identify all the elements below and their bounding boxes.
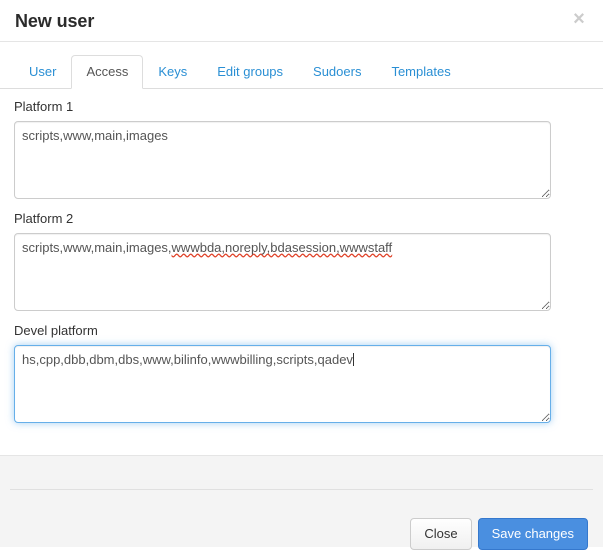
devel-platform-label: Devel platform bbox=[14, 322, 98, 338]
platform-1-text: scripts,www,main,images bbox=[22, 127, 168, 143]
text-caret bbox=[352, 352, 354, 366]
tab-keys[interactable]: Keys bbox=[143, 55, 202, 89]
platform-2-misspelled-text: wwwbda,noreply,bdasession,wwwstaff bbox=[171, 239, 393, 255]
footer-divider bbox=[10, 489, 593, 490]
tab-user[interactable]: User bbox=[14, 55, 71, 89]
platform-1-input[interactable]: scripts,www,main,images bbox=[14, 120, 551, 199]
tab-bar: User Access Keys Edit groups Sudoers Tem… bbox=[0, 42, 603, 89]
tab-access[interactable]: Access bbox=[71, 54, 144, 89]
tab-edit-groups-link[interactable]: Edit groups bbox=[202, 55, 298, 89]
platform-1-label: Platform 1 bbox=[14, 99, 74, 114]
footer-button-group: Close Save changes bbox=[410, 518, 588, 550]
modal-body: User Access Keys Edit groups Sudoers Tem… bbox=[0, 42, 603, 456]
modal-header: New user × bbox=[0, 0, 603, 42]
new-user-modal: New user × User Access Keys Edit groups … bbox=[0, 0, 603, 550]
access-form: Platform 1 scripts,www,main,images Platf… bbox=[0, 89, 603, 423]
close-icon[interactable]: × bbox=[569, 9, 589, 29]
devel-platform-input[interactable]: hs,cpp,dbb,dbm,dbs,www,bilinfo,wwwbillin… bbox=[14, 344, 551, 423]
modal-footer: Close Save changes bbox=[0, 456, 603, 550]
tab-templates-link[interactable]: Templates bbox=[376, 55, 465, 89]
tab-access-link[interactable]: Access bbox=[71, 54, 144, 89]
tab-templates[interactable]: Templates bbox=[376, 55, 465, 89]
tab-edit-groups[interactable]: Edit groups bbox=[202, 55, 298, 89]
platform-2-label: Platform 2 bbox=[14, 210, 74, 226]
devel-platform-group: Devel platform hs,cpp,dbb,dbm,dbs,www,bi… bbox=[14, 323, 589, 423]
platform-2-group: Platform 2 scripts,www,main,images,wwwbd… bbox=[14, 211, 589, 311]
devel-platform-text: hs,cpp,dbb,dbm,dbs,www,bilinfo,wwwbillin… bbox=[22, 351, 353, 367]
platform-1-group: Platform 1 scripts,www,main,images bbox=[14, 99, 589, 199]
save-changes-button[interactable]: Save changes bbox=[477, 518, 588, 550]
tab-user-link[interactable]: User bbox=[14, 55, 71, 89]
tab-sudoers[interactable]: Sudoers bbox=[298, 55, 376, 89]
close-button[interactable]: Close bbox=[410, 518, 472, 550]
page-title: New user bbox=[15, 10, 95, 31]
tab-sudoers-link[interactable]: Sudoers bbox=[298, 55, 376, 89]
tab-keys-link[interactable]: Keys bbox=[143, 55, 202, 89]
platform-2-input[interactable]: scripts,www,main,images,wwwbda,noreply,b… bbox=[14, 232, 551, 311]
platform-2-text: scripts,www,main,images, bbox=[22, 239, 172, 255]
